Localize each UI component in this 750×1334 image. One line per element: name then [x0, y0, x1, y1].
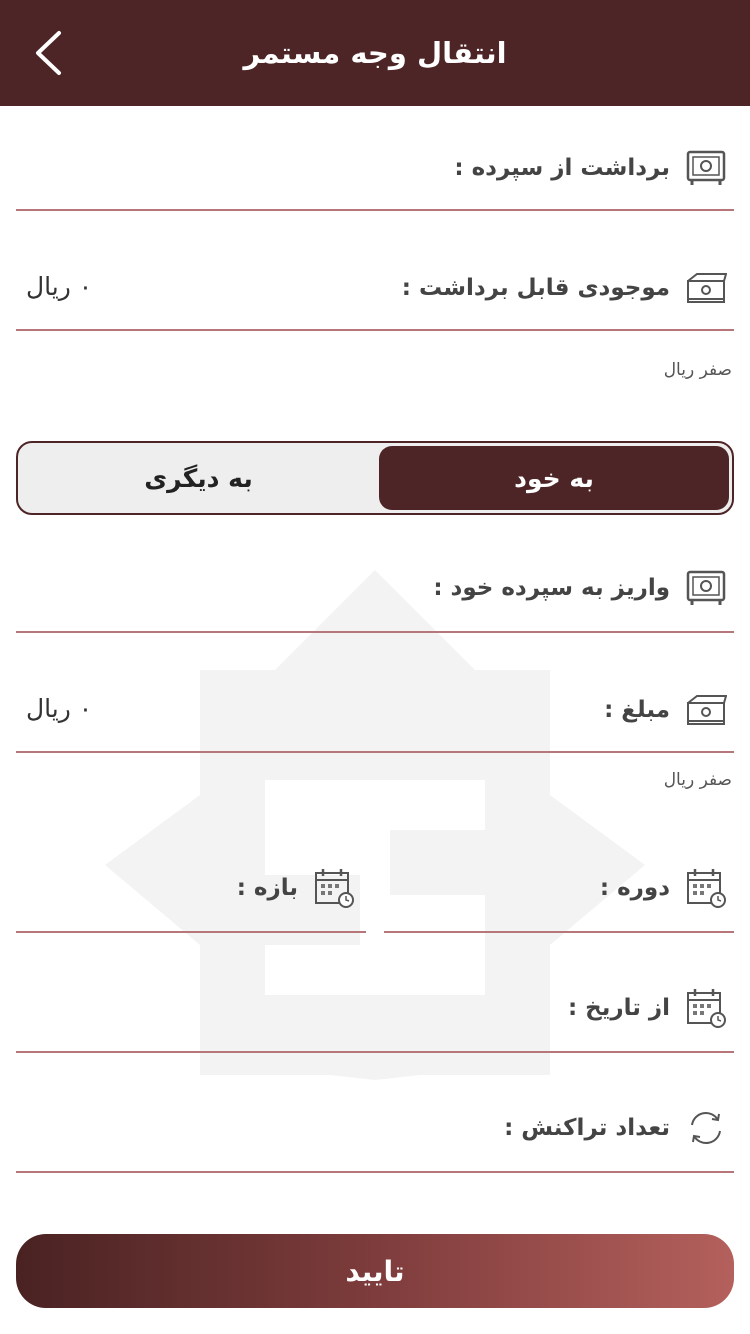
money-icon: [684, 268, 728, 308]
destination-account-field[interactable]: واریز به سپرده خود :: [16, 550, 734, 633]
calendar-icon: [684, 988, 728, 1028]
divider: [16, 209, 734, 211]
period-label: دوره :: [599, 875, 670, 901]
destination-account-label: واریز به سپرده خود :: [433, 575, 670, 601]
confirm-button[interactable]: تایید: [16, 1234, 734, 1308]
from-date-label: از تاریخ :: [567, 995, 670, 1021]
balance-label: موجودی قابل برداشت :: [401, 275, 670, 301]
safe-icon: [684, 148, 728, 188]
app-header: انتقال وجه مستمر: [0, 0, 750, 106]
amount-words: صفر ریال: [663, 770, 732, 790]
back-button[interactable]: [18, 18, 78, 88]
divider: [16, 1171, 734, 1173]
amount-label: مبلغ :: [604, 697, 670, 723]
amount-field[interactable]: مبلغ : ۰ ریال: [16, 670, 734, 753]
refresh-icon: [684, 1108, 728, 1148]
interval-field[interactable]: بازه :: [16, 850, 366, 933]
divider: [16, 931, 366, 933]
money-icon: [684, 690, 728, 730]
divider: [16, 1051, 734, 1053]
amount-value[interactable]: ۰ ریال: [26, 694, 92, 723]
calendar-icon: [312, 868, 356, 908]
divider: [16, 329, 734, 331]
balance-value: ۰ ریال: [26, 272, 93, 301]
divider: [16, 631, 734, 633]
safe-icon: [684, 568, 728, 608]
transaction-count-field[interactable]: تعداد تراکنش :: [16, 1090, 734, 1173]
calendar-icon: [684, 868, 728, 908]
from-date-field[interactable]: از تاریخ :: [16, 970, 734, 1053]
back-chevron-icon: [36, 31, 61, 75]
balance-field: موجودی قابل برداشت : ۰ ریال: [16, 248, 734, 331]
balance-words: صفر ریال: [663, 360, 732, 380]
period-field[interactable]: دوره :: [384, 850, 734, 933]
page-title: انتقال وجه مستمر: [243, 36, 507, 70]
interval-label: بازه :: [236, 875, 298, 901]
to-others-tab[interactable]: به دیگری: [21, 446, 376, 510]
withdraw-account-field[interactable]: برداشت از سپرده :: [16, 128, 734, 211]
to-self-tab[interactable]: به خود: [379, 446, 729, 510]
divider: [384, 931, 734, 933]
transfer-type-toggle[interactable]: به خود به دیگری: [16, 441, 734, 515]
withdraw-account-label: برداشت از سپرده :: [454, 155, 670, 181]
transaction-count-label: تعداد تراکنش :: [504, 1115, 670, 1141]
divider: [16, 751, 734, 753]
